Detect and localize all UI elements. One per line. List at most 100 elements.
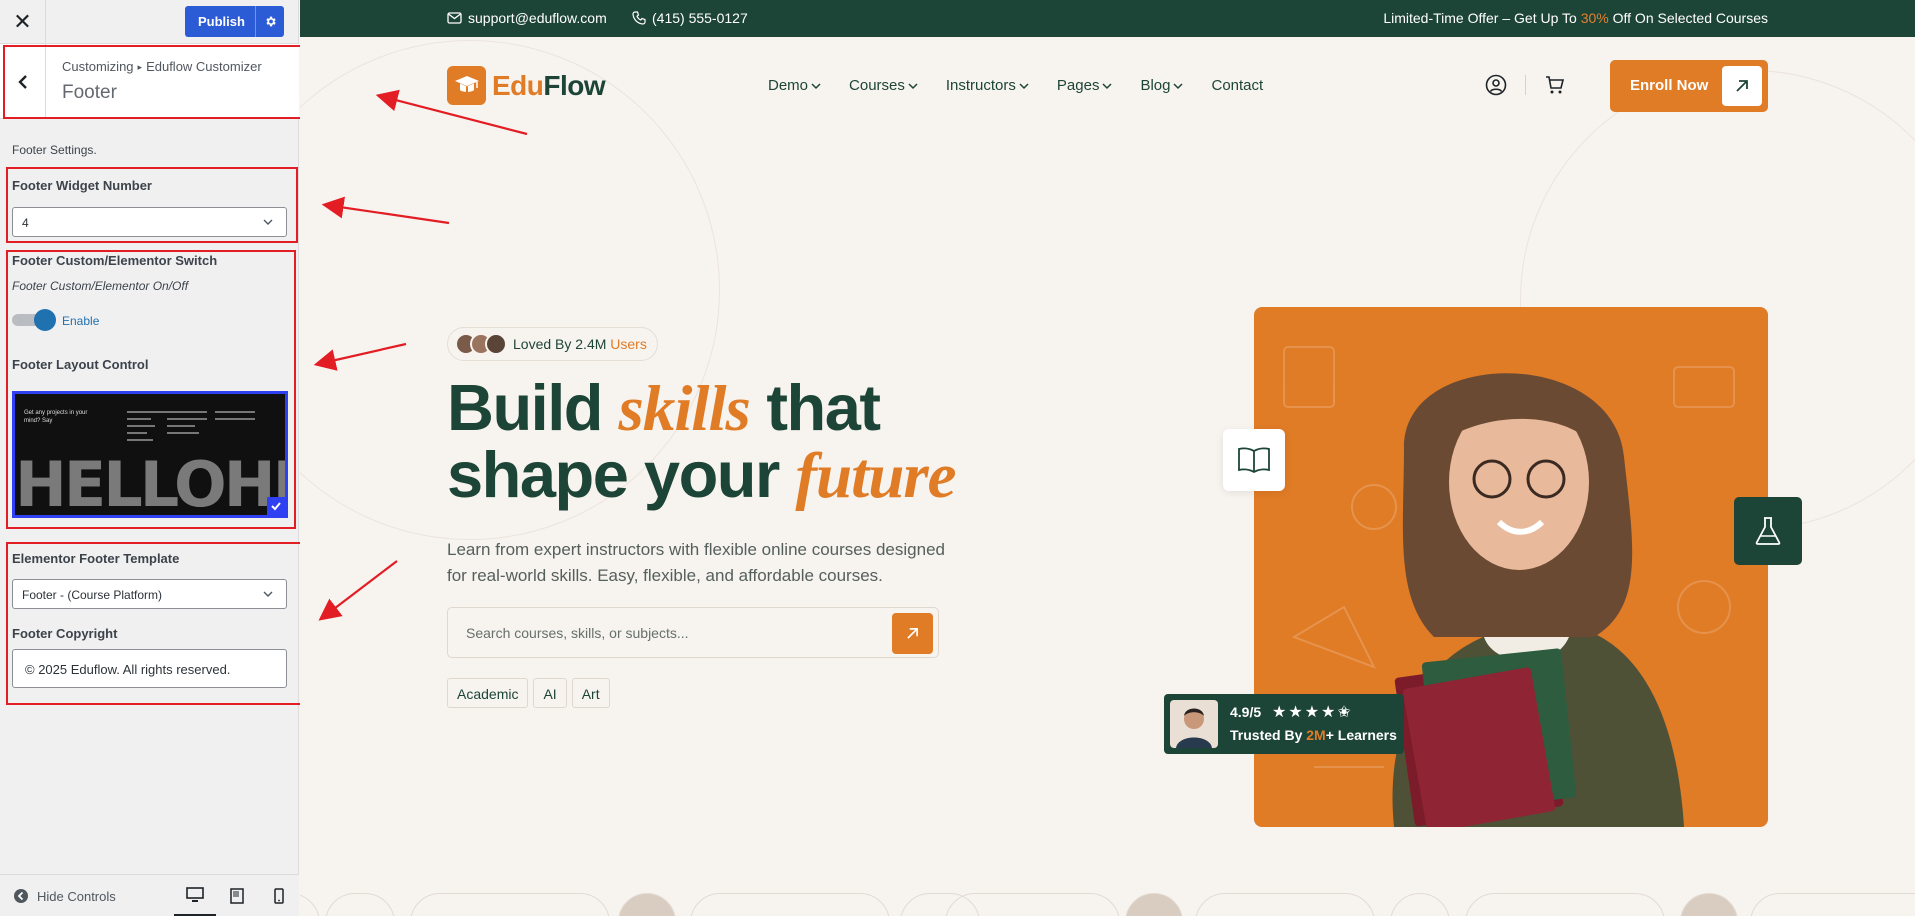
hero-title-part: Build (447, 371, 619, 444)
mobile-icon (274, 888, 284, 904)
hero-description: Learn from expert instructors with flexi… (447, 540, 945, 585)
nav-label: Instructors (945, 77, 1016, 94)
nav-label: Demo (768, 77, 809, 94)
layout-thumb-text: Get any projects in your mind? Say (24, 410, 88, 424)
hide-controls-button[interactable]: Hide Controls (13, 888, 116, 904)
footer-template-select[interactable]: Footer - (Course Platform) (12, 579, 287, 609)
hero-title-part: shape your (447, 438, 796, 511)
nav-label: Blog (1140, 77, 1171, 94)
chevron-down-icon (1019, 82, 1029, 89)
nav-item-contact[interactable]: Contact (1211, 77, 1263, 94)
star-rating-icon: ★★★★✬ (1272, 704, 1353, 721)
site-logo[interactable]: EduFlow (447, 66, 606, 105)
rating-card: 4.9/5 ★★★★✬ Trusted By 2M+ Learners (1164, 694, 1404, 754)
rating-text-end: + Learners (1325, 727, 1397, 743)
nav-label: Courses (849, 77, 905, 94)
email-text: support@eduflow.com (468, 10, 607, 26)
gear-icon[interactable] (255, 6, 284, 37)
user-icon[interactable] (1485, 74, 1507, 96)
tag-art[interactable]: Art (571, 678, 610, 708)
copyright-input[interactable]: © 2025 Eduflow. All rights reserved. (12, 649, 287, 688)
topbar-phone[interactable]: (415) 555-0127 (632, 10, 748, 26)
widget-number-label: Footer Widget Number (12, 178, 152, 193)
hero-title: Build skills that shape your future (447, 373, 957, 512)
social-proof-badge: Loved By 2.4M Users (447, 327, 658, 361)
hide-controls-label: Hide Controls (37, 888, 116, 904)
layout-control-label: Footer Layout Control (12, 357, 149, 372)
search-submit-button[interactable] (892, 613, 933, 654)
layout-thumb-column (215, 411, 255, 425)
tag-ai[interactable]: AI (533, 678, 567, 708)
enroll-now-button[interactable]: Enroll Now (1610, 60, 1768, 112)
chevron-down-icon (811, 82, 821, 89)
chevron-down-icon (1102, 82, 1112, 89)
avatar (1170, 700, 1218, 748)
nav-label: Contact (1211, 77, 1264, 94)
chevron-down-icon (908, 82, 918, 89)
phone-icon (632, 11, 646, 25)
toggle-knob (34, 309, 56, 331)
switch-label: Footer Custom/Elementor Switch (12, 253, 218, 268)
tag-academic[interactable]: Academic (447, 678, 529, 708)
hero-title-accent: future (795, 440, 956, 512)
mobile-preview-button[interactable] (258, 875, 300, 916)
highlight-box (3, 45, 302, 119)
search-placeholder: Search courses, skills, or subjects... (466, 625, 689, 641)
category-tags: Academic AI Art (447, 678, 610, 708)
avatar (485, 333, 507, 355)
publish-label: Publish (198, 14, 245, 29)
nav-item-blog[interactable]: Blog (1140, 77, 1184, 94)
loved-text: Loved By 2.4M Users (513, 336, 647, 352)
nav-item-courses[interactable]: Courses (849, 77, 918, 94)
cart-icon[interactable] (1544, 74, 1566, 96)
carousel-pill (1465, 893, 1665, 916)
offer-text-start: Limited-Time Offer – Get Up To (1383, 10, 1581, 26)
nav-item-pages[interactable]: Pages (1057, 77, 1113, 94)
graduation-cap-icon (447, 66, 486, 105)
check-icon (267, 497, 285, 515)
enroll-label: Enroll Now (1630, 77, 1709, 94)
main-nav: Demo Courses Instructors Pages Blog Cont… (768, 77, 1291, 94)
topbar-offer: Limited-Time Offer – Get Up To 30% Off O… (1383, 10, 1768, 26)
footer-template-value: Footer - (Course Platform) (22, 588, 163, 602)
desktop-icon (186, 886, 204, 902)
divider (1525, 75, 1526, 95)
close-icon[interactable]: ✕ (0, 0, 46, 44)
rating-text-accent: 2M (1306, 727, 1326, 743)
phone-text: (415) 555-0127 (652, 10, 748, 26)
header-icons (1485, 74, 1566, 96)
section-description: Footer Settings. (12, 143, 97, 157)
carousel-pill (1750, 893, 1915, 916)
rating-text-start: Trusted By (1230, 727, 1307, 743)
hero-title-accent: skills (618, 373, 751, 445)
carousel-pill (300, 893, 320, 916)
carousel-pill (1390, 893, 1450, 916)
footer-layout-option[interactable]: Get any projects in your mind? Say HELLO… (12, 391, 288, 518)
publish-button[interactable]: Publish (185, 6, 284, 37)
avatar (1680, 893, 1738, 916)
topbar-email[interactable]: support@eduflow.com (447, 10, 607, 26)
desktop-preview-button[interactable] (174, 875, 216, 916)
arrow-up-right-icon (907, 628, 918, 639)
loved-text-start: Loved By 2.4M (513, 336, 611, 352)
layout-thumb-column (167, 411, 207, 439)
tablet-preview-button[interactable] (216, 875, 258, 916)
course-search-field[interactable]: Search courses, skills, or subjects... (447, 607, 939, 658)
avatar (1125, 893, 1183, 916)
nav-item-demo[interactable]: Demo (768, 77, 821, 94)
chevron-down-icon (1173, 82, 1184, 89)
logo-part2: Flow (543, 69, 606, 101)
template-label: Elementor Footer Template (12, 551, 180, 566)
offer-text-end: Off On Selected Courses (1608, 10, 1768, 26)
switch-description: Footer Custom/Elementor On/Off (12, 279, 189, 293)
customizer-topbar: ✕ Publish (0, 0, 298, 44)
avatar (618, 893, 676, 916)
widget-number-select[interactable]: 4 (12, 207, 287, 237)
loved-text-accent: Users (610, 336, 647, 352)
toggle-state-label: Enable (62, 314, 100, 328)
footer-switch-toggle[interactable] (12, 309, 56, 331)
copyright-label: Footer Copyright (12, 626, 118, 641)
carousel-pill (690, 893, 890, 916)
tablet-icon (230, 888, 244, 904)
nav-item-instructors[interactable]: Instructors (946, 77, 1029, 94)
